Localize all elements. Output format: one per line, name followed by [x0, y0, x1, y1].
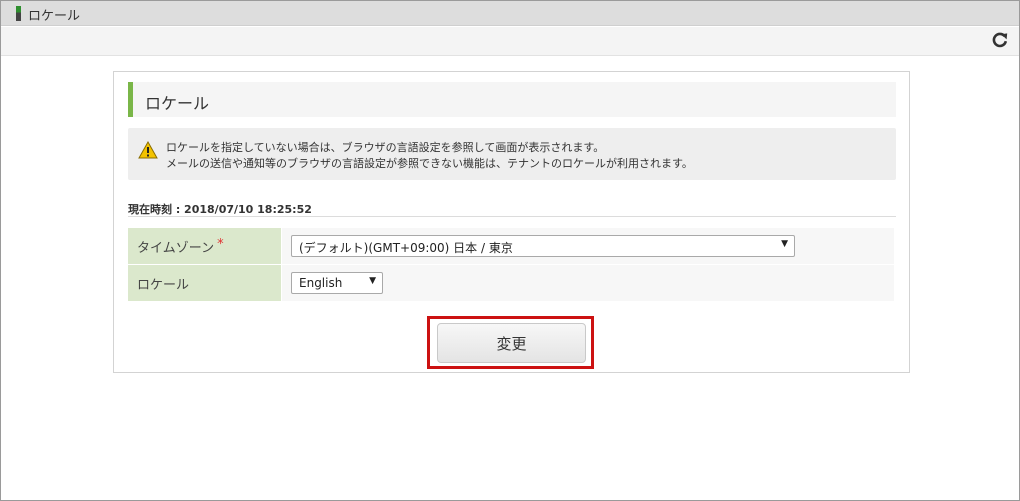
- locale-value-cell: English ▼: [282, 265, 894, 301]
- locale-label: ロケール: [137, 278, 190, 293]
- notice-line-1: ロケールを指定していない場合は、ブラウザの言語設定を参照して画面が表示されます。: [166, 141, 605, 154]
- timezone-label: タイムゾーン: [137, 241, 215, 256]
- locale-row: ロケール English ▼: [128, 265, 894, 301]
- info-notice: ロケールを指定していない場合は、ブラウザの言語設定を参照して画面が表示されます。…: [128, 128, 896, 180]
- locale-label-cell: ロケール: [128, 265, 281, 301]
- timezone-row: タイムゾーン * (デフォルト)(GMT+09:00) 日本 / 東京 ▼: [128, 228, 894, 264]
- panel-title: ロケール: [145, 94, 210, 113]
- dropdown-arrow-icon: ▼: [781, 239, 788, 249]
- warning-icon: [138, 141, 158, 159]
- locale-panel: ロケール ロケールを指定していない場合は、ブラウザの言語設定を参照して画面が表示…: [113, 71, 910, 373]
- refresh-icon[interactable]: [991, 31, 1009, 49]
- app-window: ロケール ロケール ロケールを指定していない場合は、ブラウザの言語設定を参照して…: [0, 0, 1020, 501]
- locale-selected-value: English: [299, 276, 343, 290]
- window-title: ロケール: [28, 9, 81, 24]
- title-bar: ロケール: [1, 1, 1019, 26]
- change-button[interactable]: 変更: [437, 323, 586, 363]
- dropdown-arrow-icon: ▼: [369, 276, 376, 286]
- timezone-label-cell: タイムゾーン *: [128, 228, 281, 264]
- toolbar: [1, 27, 1019, 56]
- notice-line-2: メールの送信や通知等のブラウザの言語設定が参照できない機能は、テナントのロケール…: [166, 157, 693, 170]
- panel-header: ロケール: [128, 82, 896, 117]
- current-time: 現在時刻 : 2018/07/10 18:25:52: [128, 203, 312, 216]
- required-mark: *: [217, 237, 224, 252]
- timezone-value-cell: (デフォルト)(GMT+09:00) 日本 / 東京 ▼: [282, 228, 894, 264]
- title-marker-icon: [16, 6, 21, 21]
- timezone-select[interactable]: (デフォルト)(GMT+09:00) 日本 / 東京 ▼: [291, 235, 795, 257]
- timezone-selected-value: (デフォルト)(GMT+09:00) 日本 / 東京: [299, 241, 513, 255]
- divider: [128, 216, 896, 217]
- locale-select[interactable]: English ▼: [291, 272, 383, 294]
